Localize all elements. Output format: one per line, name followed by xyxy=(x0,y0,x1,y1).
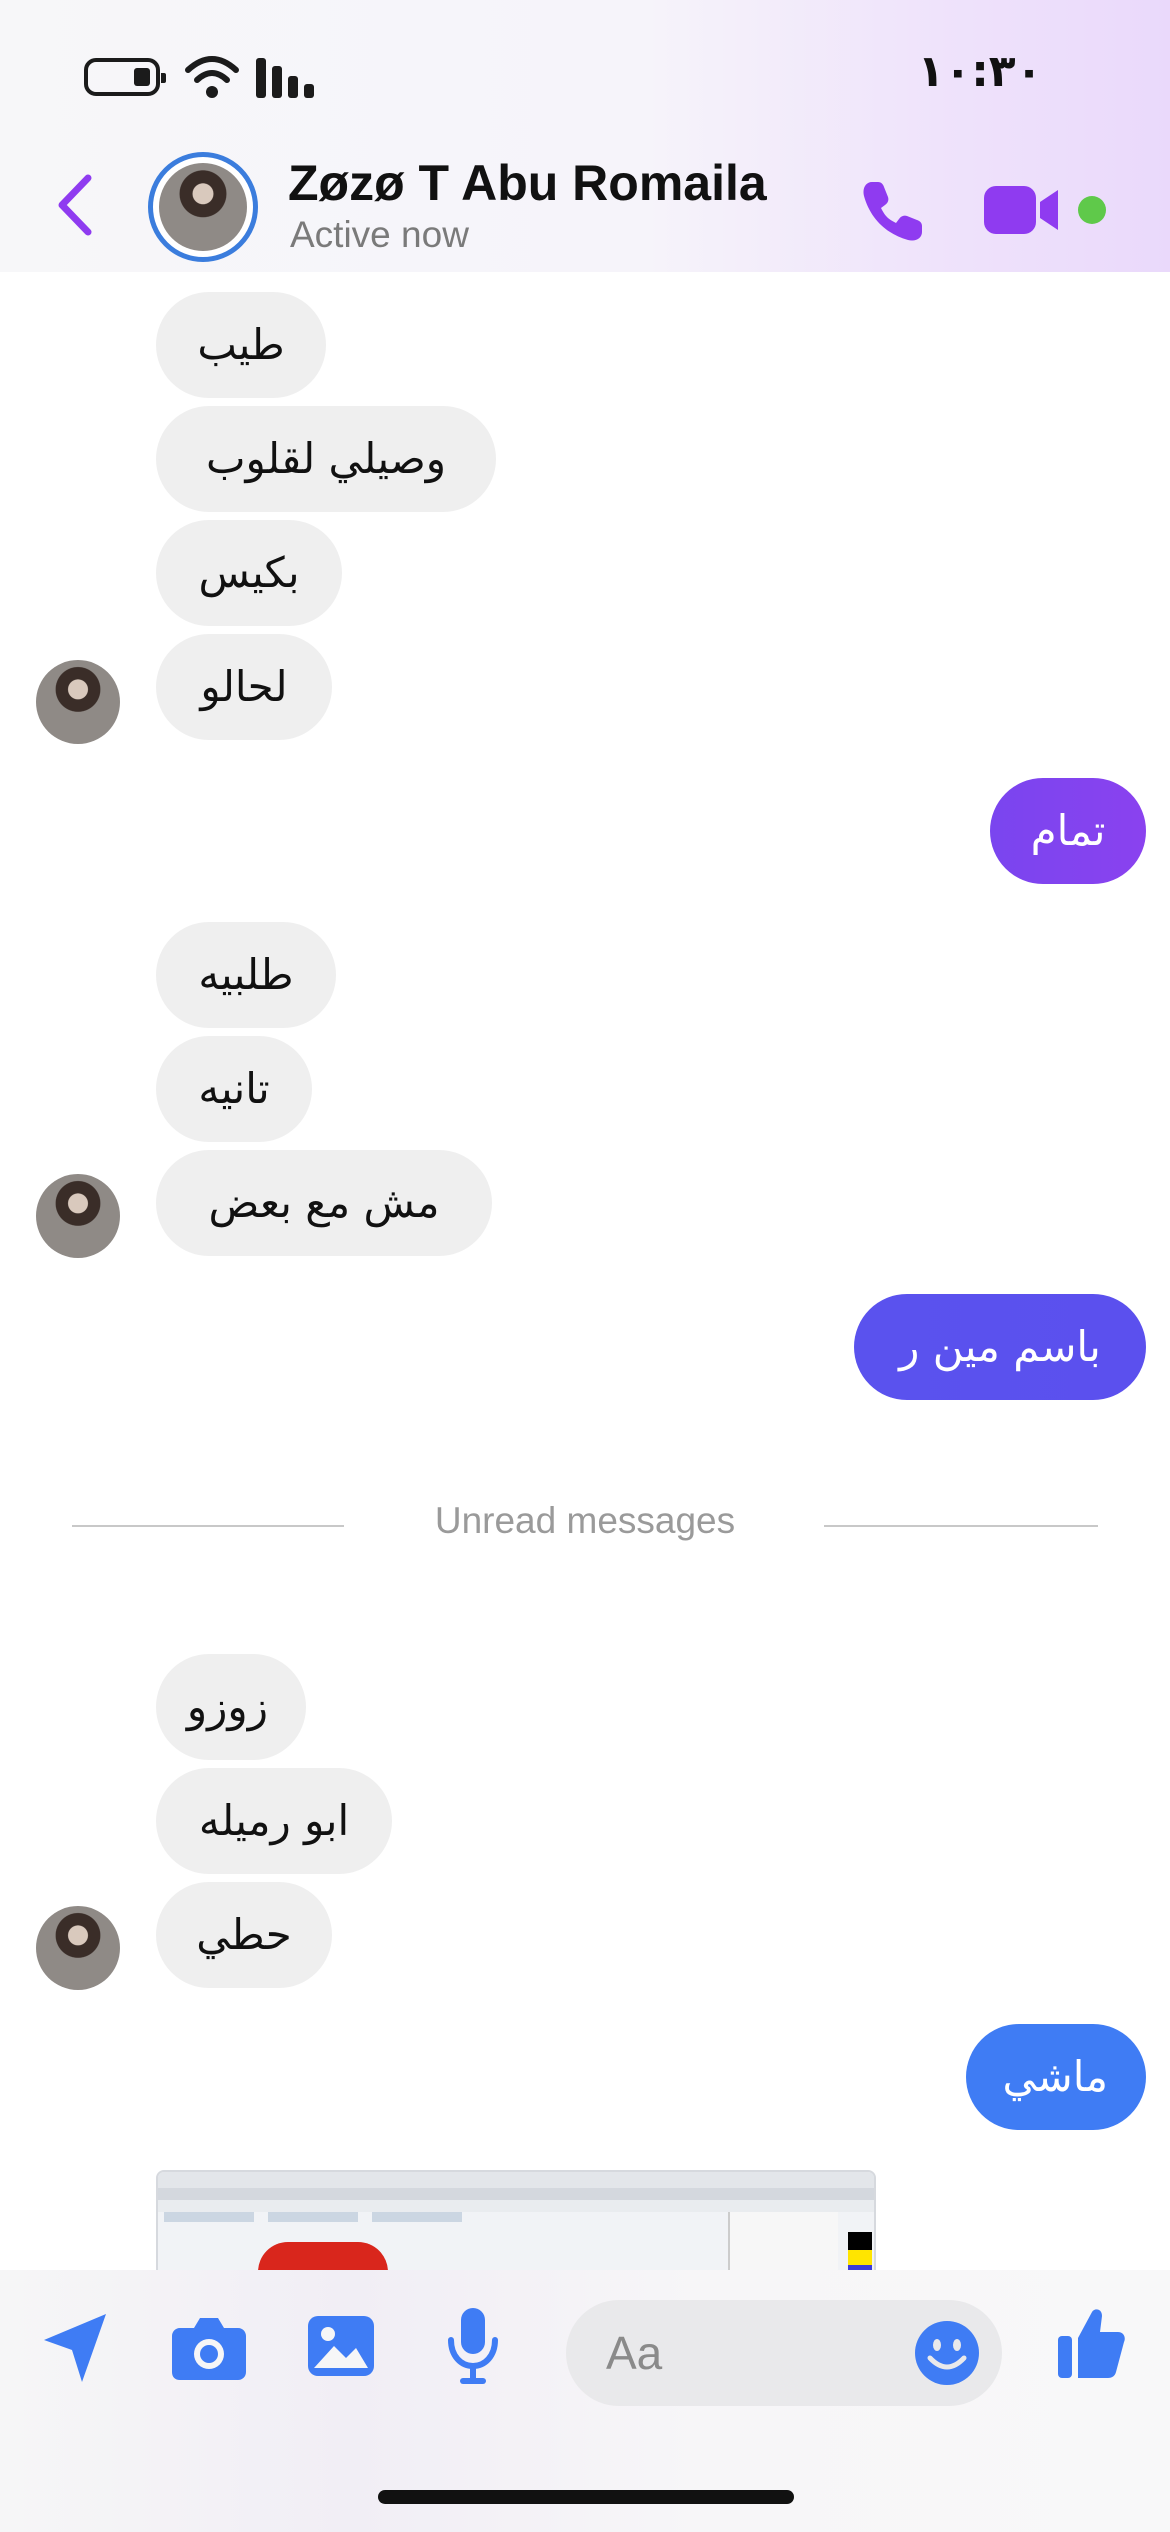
image-attachment[interactable] xyxy=(156,2170,876,2270)
online-status-dot xyxy=(1078,196,1106,224)
emoji-icon[interactable] xyxy=(914,2320,980,2386)
incoming-message[interactable]: لحالو xyxy=(156,634,332,740)
battery-icon xyxy=(84,58,166,96)
gallery-icon[interactable] xyxy=(306,2314,376,2378)
contact-avatar[interactable] xyxy=(148,152,258,262)
cellular-signal-icon xyxy=(256,58,318,98)
video-call-icon[interactable] xyxy=(982,182,1062,238)
camera-icon[interactable] xyxy=(170,2314,248,2382)
outgoing-message[interactable]: تمام xyxy=(990,778,1146,884)
status-bar: ١٠:٣٠ xyxy=(0,0,1170,140)
incoming-message[interactable]: تانيه xyxy=(156,1036,312,1142)
chat-header: ١٠:٣٠ Zøzø T Abu Romaila Active now xyxy=(0,0,1170,272)
message-input[interactable] xyxy=(606,2300,906,2406)
incoming-message[interactable]: ابو رميله xyxy=(156,1768,392,1874)
divider-line-left xyxy=(72,1525,344,1527)
incoming-message[interactable]: طيب xyxy=(156,292,326,398)
avatar-photo xyxy=(159,163,247,251)
incoming-message[interactable]: وصيلي لقلوب xyxy=(156,406,496,512)
phone-call-icon[interactable] xyxy=(858,176,928,246)
sender-avatar[interactable] xyxy=(36,660,120,744)
incoming-message[interactable]: حطي xyxy=(156,1882,332,1988)
message-input-container[interactable] xyxy=(566,2300,1002,2406)
divider-line-right xyxy=(824,1525,1098,1527)
message-composer xyxy=(0,2270,1170,2532)
back-button[interactable] xyxy=(50,170,100,240)
microphone-icon[interactable] xyxy=(446,2306,500,2386)
outgoing-message[interactable]: باسم مين ر xyxy=(854,1294,1146,1400)
outgoing-message[interactable]: ماشي xyxy=(966,2024,1146,2130)
conversation-bar: Zøzø T Abu Romaila Active now xyxy=(0,140,1170,272)
contact-status: Active now xyxy=(290,214,469,255)
status-time: ١٠:٣٠ xyxy=(917,46,1043,97)
sender-avatar[interactable] xyxy=(36,1906,120,1990)
message-thread[interactable]: طيب وصيلي لقلوب بكيس لحالو تمام طلبيه تا… xyxy=(0,272,1170,2270)
send-location-icon[interactable] xyxy=(40,2310,110,2386)
contact-name[interactable]: Zøzø T Abu Romaila xyxy=(288,154,848,211)
unread-messages-divider: Unread messages xyxy=(434,1500,736,1541)
incoming-message[interactable]: زوزو xyxy=(156,1654,306,1760)
sender-avatar[interactable] xyxy=(36,1174,120,1258)
home-indicator xyxy=(378,2490,794,2504)
thumbs-up-icon[interactable] xyxy=(1056,2306,1126,2380)
incoming-message[interactable]: طلبيه xyxy=(156,922,336,1028)
incoming-message[interactable]: بكيس xyxy=(156,520,342,626)
wifi-icon xyxy=(185,56,239,98)
incoming-message[interactable]: مش مع بعض xyxy=(156,1150,492,1256)
